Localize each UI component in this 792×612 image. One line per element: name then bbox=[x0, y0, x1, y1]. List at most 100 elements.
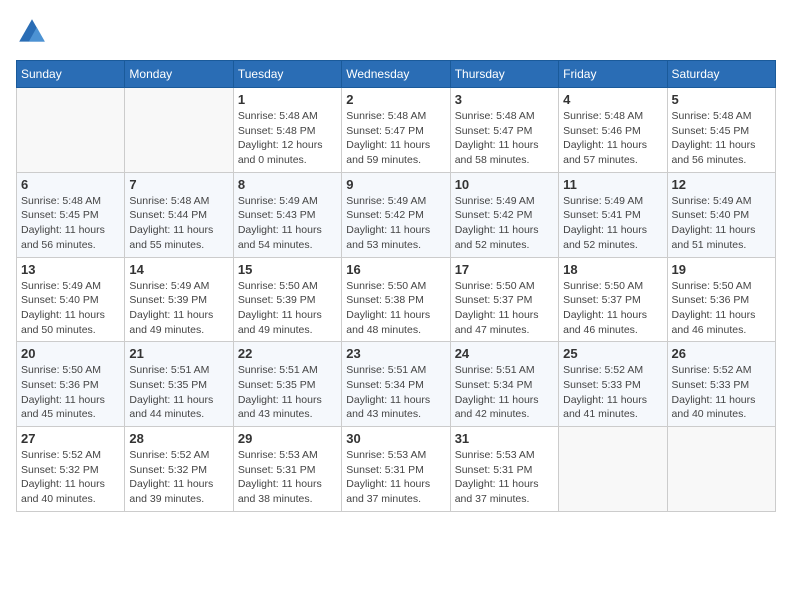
calendar-cell: 17 Sunrise: 5:50 AMSunset: 5:37 PMDayligh… bbox=[450, 257, 558, 342]
calendar-header-monday: Monday bbox=[125, 61, 233, 88]
calendar-header-friday: Friday bbox=[559, 61, 667, 88]
day-info: Sunrise: 5:50 AMSunset: 5:36 PMDaylight:… bbox=[21, 363, 120, 422]
calendar-cell: 14 Sunrise: 5:49 AMSunset: 5:39 PMDayligh… bbox=[125, 257, 233, 342]
day-number: 8 bbox=[238, 177, 337, 192]
day-number: 1 bbox=[238, 92, 337, 107]
calendar-week-row: 13 Sunrise: 5:49 AMSunset: 5:40 PMDayligh… bbox=[17, 257, 776, 342]
day-number: 31 bbox=[455, 431, 554, 446]
calendar-week-row: 6Sunrise: 5:48 AMSunset: 5:45 PMDaylight… bbox=[17, 172, 776, 257]
calendar-cell: 28 Sunrise: 5:52 AMSunset: 5:32 PMDayligh… bbox=[125, 427, 233, 512]
day-number: 28 bbox=[129, 431, 228, 446]
day-number: 4 bbox=[563, 92, 662, 107]
day-number: 6 bbox=[21, 177, 120, 192]
day-info: Sunrise: 5:50 AMSunset: 5:36 PMDaylight:… bbox=[672, 279, 771, 338]
day-number: 14 bbox=[129, 262, 228, 277]
day-info: Sunrise: 5:49 AMSunset: 5:42 PMDaylight:… bbox=[455, 194, 554, 253]
day-number: 19 bbox=[672, 262, 771, 277]
calendar-week-row: 20Sunrise: 5:50 AMSunset: 5:36 PMDayligh… bbox=[17, 342, 776, 427]
day-number: 16 bbox=[346, 262, 445, 277]
page-header bbox=[16, 16, 776, 48]
calendar-cell: 1 Sunrise: 5:48 AMSunset: 5:48 PMDaylight… bbox=[233, 88, 341, 173]
day-number: 12 bbox=[672, 177, 771, 192]
calendar-cell: 19 Sunrise: 5:50 AMSunset: 5:36 PMDayligh… bbox=[667, 257, 775, 342]
day-number: 27 bbox=[21, 431, 120, 446]
calendar-cell: 23 Sunrise: 5:51 AMSunset: 5:34 PMDayligh… bbox=[342, 342, 450, 427]
day-number: 23 bbox=[346, 346, 445, 361]
calendar-cell: 2 Sunrise: 5:48 AMSunset: 5:47 PMDaylight… bbox=[342, 88, 450, 173]
day-info: Sunrise: 5:51 AMSunset: 5:34 PMDaylight:… bbox=[455, 363, 554, 422]
day-number: 26 bbox=[672, 346, 771, 361]
day-info: Sunrise: 5:52 AMSunset: 5:32 PMDaylight:… bbox=[129, 448, 228, 507]
day-info: Sunrise: 5:52 AMSunset: 5:33 PMDaylight:… bbox=[563, 363, 662, 422]
calendar-cell: 16 Sunrise: 5:50 AMSunset: 5:38 PMDayligh… bbox=[342, 257, 450, 342]
calendar-cell: 8Sunrise: 5:49 AMSunset: 5:43 PMDaylight… bbox=[233, 172, 341, 257]
calendar-cell bbox=[17, 88, 125, 173]
day-info: Sunrise: 5:50 AMSunset: 5:38 PMDaylight:… bbox=[346, 279, 445, 338]
calendar-header-thursday: Thursday bbox=[450, 61, 558, 88]
calendar-header-tuesday: Tuesday bbox=[233, 61, 341, 88]
day-info: Sunrise: 5:50 AMSunset: 5:39 PMDaylight:… bbox=[238, 279, 337, 338]
calendar-cell: 10Sunrise: 5:49 AMSunset: 5:42 PMDayligh… bbox=[450, 172, 558, 257]
calendar-cell: 15Sunrise: 5:50 AMSunset: 5:39 PMDayligh… bbox=[233, 257, 341, 342]
day-number: 11 bbox=[563, 177, 662, 192]
day-info: Sunrise: 5:48 AMSunset: 5:47 PMDaylight:… bbox=[455, 109, 554, 168]
calendar-cell: 12 Sunrise: 5:49 AMSunset: 5:40 PMDayligh… bbox=[667, 172, 775, 257]
calendar-cell: 24 Sunrise: 5:51 AMSunset: 5:34 PMDayligh… bbox=[450, 342, 558, 427]
calendar-cell: 20Sunrise: 5:50 AMSunset: 5:36 PMDayligh… bbox=[17, 342, 125, 427]
day-info: Sunrise: 5:48 AMSunset: 5:44 PMDaylight:… bbox=[129, 194, 228, 253]
day-number: 3 bbox=[455, 92, 554, 107]
calendar-header-sunday: Sunday bbox=[17, 61, 125, 88]
day-number: 5 bbox=[672, 92, 771, 107]
day-info: Sunrise: 5:49 AMSunset: 5:39 PMDaylight:… bbox=[129, 279, 228, 338]
calendar-cell: 6Sunrise: 5:48 AMSunset: 5:45 PMDaylight… bbox=[17, 172, 125, 257]
calendar-cell: 29 Sunrise: 5:53 AMSunset: 5:31 PMDayligh… bbox=[233, 427, 341, 512]
day-info: Sunrise: 5:51 AMSunset: 5:34 PMDaylight:… bbox=[346, 363, 445, 422]
day-number: 7 bbox=[129, 177, 228, 192]
logo bbox=[16, 16, 52, 48]
day-number: 13 bbox=[21, 262, 120, 277]
calendar-cell: 7 Sunrise: 5:48 AMSunset: 5:44 PMDaylight… bbox=[125, 172, 233, 257]
calendar-cell bbox=[125, 88, 233, 173]
calendar-cell: 27 Sunrise: 5:52 AMSunset: 5:32 PMDayligh… bbox=[17, 427, 125, 512]
calendar-header-saturday: Saturday bbox=[667, 61, 775, 88]
day-number: 30 bbox=[346, 431, 445, 446]
calendar-cell: 4 Sunrise: 5:48 AMSunset: 5:46 PMDaylight… bbox=[559, 88, 667, 173]
day-info: Sunrise: 5:52 AMSunset: 5:32 PMDaylight:… bbox=[21, 448, 120, 507]
day-info: Sunrise: 5:53 AMSunset: 5:31 PMDaylight:… bbox=[238, 448, 337, 507]
day-info: Sunrise: 5:51 AMSunset: 5:35 PMDaylight:… bbox=[129, 363, 228, 422]
day-info: Sunrise: 5:53 AMSunset: 5:31 PMDaylight:… bbox=[455, 448, 554, 507]
day-number: 22 bbox=[238, 346, 337, 361]
calendar-cell: 18Sunrise: 5:50 AMSunset: 5:37 PMDayligh… bbox=[559, 257, 667, 342]
calendar-cell: 22 Sunrise: 5:51 AMSunset: 5:35 PMDayligh… bbox=[233, 342, 341, 427]
calendar-cell bbox=[667, 427, 775, 512]
day-info: Sunrise: 5:51 AMSunset: 5:35 PMDaylight:… bbox=[238, 363, 337, 422]
calendar-week-row: 27 Sunrise: 5:52 AMSunset: 5:32 PMDayligh… bbox=[17, 427, 776, 512]
calendar-week-row: 1 Sunrise: 5:48 AMSunset: 5:48 PMDaylight… bbox=[17, 88, 776, 173]
day-number: 9 bbox=[346, 177, 445, 192]
day-info: Sunrise: 5:48 AMSunset: 5:46 PMDaylight:… bbox=[563, 109, 662, 168]
day-number: 29 bbox=[238, 431, 337, 446]
day-info: Sunrise: 5:49 AMSunset: 5:40 PMDaylight:… bbox=[672, 194, 771, 253]
calendar-cell: 21 Sunrise: 5:51 AMSunset: 5:35 PMDayligh… bbox=[125, 342, 233, 427]
logo-icon bbox=[16, 16, 48, 48]
calendar-cell: 31 Sunrise: 5:53 AMSunset: 5:31 PMDayligh… bbox=[450, 427, 558, 512]
day-info: Sunrise: 5:53 AMSunset: 5:31 PMDaylight:… bbox=[346, 448, 445, 507]
calendar-cell: 25 Sunrise: 5:52 AMSunset: 5:33 PMDayligh… bbox=[559, 342, 667, 427]
calendar-cell: 11 Sunrise: 5:49 AMSunset: 5:41 PMDayligh… bbox=[559, 172, 667, 257]
day-info: Sunrise: 5:48 AMSunset: 5:48 PMDaylight:… bbox=[238, 109, 337, 168]
calendar-cell: 30 Sunrise: 5:53 AMSunset: 5:31 PMDayligh… bbox=[342, 427, 450, 512]
calendar-cell: 26 Sunrise: 5:52 AMSunset: 5:33 PMDayligh… bbox=[667, 342, 775, 427]
day-info: Sunrise: 5:50 AMSunset: 5:37 PMDaylight:… bbox=[455, 279, 554, 338]
calendar-cell: 3 Sunrise: 5:48 AMSunset: 5:47 PMDaylight… bbox=[450, 88, 558, 173]
day-number: 17 bbox=[455, 262, 554, 277]
day-number: 24 bbox=[455, 346, 554, 361]
day-number: 18 bbox=[563, 262, 662, 277]
day-number: 21 bbox=[129, 346, 228, 361]
day-info: Sunrise: 5:48 AMSunset: 5:47 PMDaylight:… bbox=[346, 109, 445, 168]
day-number: 2 bbox=[346, 92, 445, 107]
day-info: Sunrise: 5:49 AMSunset: 5:40 PMDaylight:… bbox=[21, 279, 120, 338]
day-info: Sunrise: 5:49 AMSunset: 5:41 PMDaylight:… bbox=[563, 194, 662, 253]
day-info: Sunrise: 5:52 AMSunset: 5:33 PMDaylight:… bbox=[672, 363, 771, 422]
day-info: Sunrise: 5:49 AMSunset: 5:42 PMDaylight:… bbox=[346, 194, 445, 253]
day-number: 25 bbox=[563, 346, 662, 361]
